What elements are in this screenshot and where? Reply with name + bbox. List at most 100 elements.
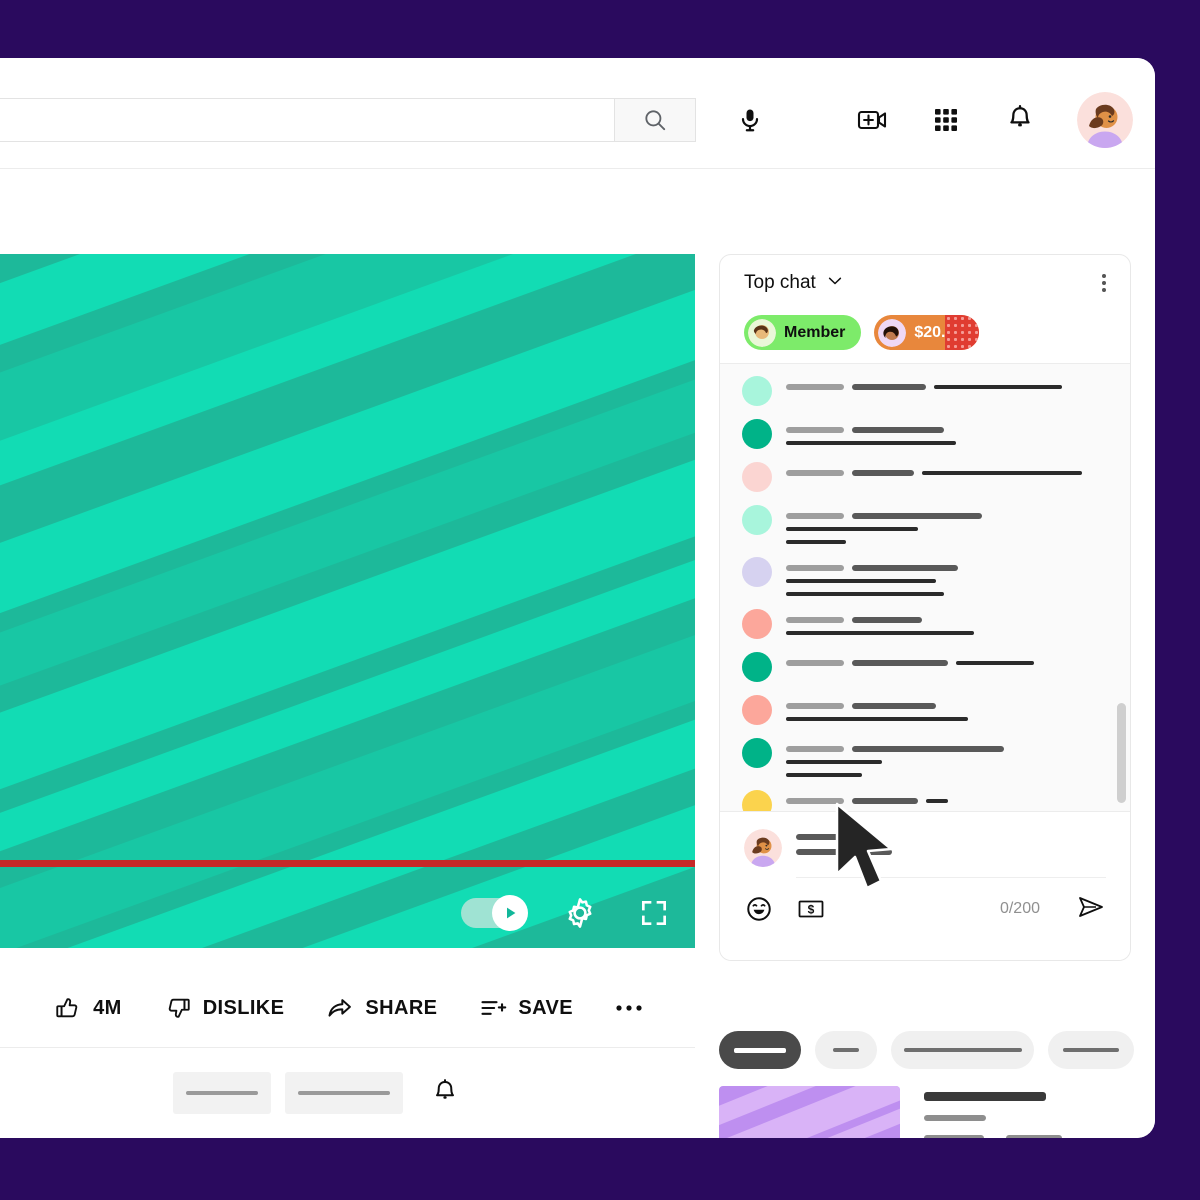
member-badge-label: Member (784, 323, 846, 341)
video-player[interactable] (0, 254, 695, 948)
chat-message[interactable] (742, 462, 1104, 492)
filter-chip-3[interactable] (891, 1031, 1034, 1069)
avatar (742, 376, 772, 406)
message-content (786, 652, 1104, 682)
fullscreen-icon (642, 901, 666, 925)
app-header (0, 58, 1155, 168)
apps-grid-icon (935, 109, 957, 131)
gear-icon (568, 898, 592, 928)
browser-window: 4M DISLIKE SHARE SAVE Top chat Member $2… (0, 58, 1155, 1138)
more-actions-button[interactable] (615, 1003, 643, 1013)
search-bar (0, 98, 696, 142)
filter-chip-2[interactable] (815, 1031, 877, 1069)
send-arrow-icon (1079, 897, 1103, 917)
chip-label-placeholder (833, 1048, 859, 1052)
dislike-button[interactable]: DISLIKE (164, 994, 285, 1022)
search-icon (645, 110, 666, 131)
chat-message[interactable] (742, 505, 1104, 544)
avatar (742, 790, 772, 813)
emoji-button[interactable] (744, 894, 774, 924)
save-label: SAVE (518, 996, 573, 1019)
bell-icon (1010, 105, 1030, 127)
message-content (786, 505, 1104, 544)
chat-message[interactable] (742, 652, 1104, 682)
suggested-video-meta (924, 1086, 1062, 1138)
chat-input-area: $ 0/200 (720, 811, 1130, 960)
placeholder-bar (185, 1091, 258, 1095)
avatar (742, 462, 772, 492)
super-chat-button[interactable]: $ (796, 894, 826, 924)
video-thumbnail: 3:20 (719, 1086, 900, 1138)
member-avatar-icon (748, 318, 776, 347)
suggested-video-item[interactable]: 3:20 (719, 1086, 1062, 1138)
message-content (786, 462, 1104, 492)
share-button[interactable]: SHARE (326, 994, 437, 1022)
donor-avatar-icon (878, 318, 907, 347)
avatar (742, 505, 772, 535)
chat-message[interactable] (742, 419, 1104, 449)
chat-mode-dropdown[interactable] (826, 272, 844, 295)
member-badge[interactable]: Member (744, 315, 862, 350)
video-title-placeholder (924, 1092, 1046, 1101)
voice-search-button[interactable] (728, 98, 772, 142)
chat-menu-button[interactable] (1096, 265, 1112, 301)
chat-badges: Member $20.00 (744, 315, 980, 350)
chat-message[interactable] (742, 557, 1104, 596)
microphone-icon (741, 109, 759, 132)
chat-title: Top chat (744, 272, 816, 293)
paid-badge[interactable]: $20.00 (874, 315, 980, 350)
chat-message[interactable] (742, 790, 1104, 813)
channel-placeholder-button-1[interactable] (172, 1072, 271, 1114)
save-list-icon (481, 1001, 507, 1015)
notifications-button[interactable] (1003, 103, 1037, 137)
play-icon (507, 907, 516, 919)
chevron-down-icon (828, 277, 841, 284)
apps-button[interactable] (929, 103, 963, 137)
filter-chip-bar (719, 1031, 1134, 1069)
like-button[interactable]: 4M (54, 994, 122, 1022)
dislike-label: DISLIKE (202, 996, 285, 1019)
search-input[interactable] (0, 98, 614, 142)
filter-chip-all[interactable] (719, 1031, 801, 1069)
avatar (742, 419, 772, 449)
subscribe-placeholder-button[interactable] (284, 1072, 403, 1114)
live-chat-panel: Top chat Member $20.00 $ 0/200 (719, 254, 1131, 961)
character-counter: 0/200 (999, 900, 1040, 917)
message-content (786, 376, 1104, 406)
avatar (742, 557, 772, 587)
search-button[interactable] (614, 98, 696, 142)
chat-input-row (720, 812, 1130, 878)
chat-message[interactable] (742, 376, 1104, 406)
autoplay-toggle[interactable] (461, 895, 528, 931)
chat-message[interactable] (742, 738, 1104, 777)
chat-message-list[interactable] (720, 364, 1130, 813)
share-label: SHARE (365, 996, 438, 1019)
chat-scrollbar[interactable] (1117, 703, 1126, 803)
account-avatar-button[interactable] (1077, 92, 1133, 148)
avatar (742, 652, 772, 682)
chat-message[interactable] (742, 695, 1104, 725)
channel-row (0, 1048, 695, 1138)
fullscreen-button[interactable] (637, 896, 671, 930)
chat-message-input[interactable] (796, 829, 1106, 878)
upload-date-placeholder (1006, 1135, 1062, 1138)
send-button[interactable] (1076, 894, 1106, 924)
save-button[interactable]: SAVE (479, 994, 573, 1022)
avatar (742, 609, 772, 639)
create-video-button[interactable] (855, 103, 889, 137)
view-count-placeholder (924, 1135, 984, 1138)
message-content (786, 609, 1104, 639)
filter-chip-4[interactable] (1048, 1031, 1134, 1069)
subscription-bell-button[interactable] (427, 1075, 463, 1111)
play-toggle (492, 895, 528, 931)
more-horizontal-icon (616, 1005, 642, 1011)
thumbs-down-icon (168, 998, 190, 1018)
video-action-bar: 4M DISLIKE SHARE SAVE (0, 969, 695, 1047)
video-progress-bar[interactable] (0, 860, 695, 867)
chip-label-placeholder (734, 1047, 786, 1053)
chat-message[interactable] (742, 609, 1104, 639)
settings-button[interactable] (563, 896, 597, 930)
emoji-smile-icon (747, 897, 771, 921)
chat-user-avatar (744, 829, 782, 867)
user-avatar (744, 829, 782, 867)
